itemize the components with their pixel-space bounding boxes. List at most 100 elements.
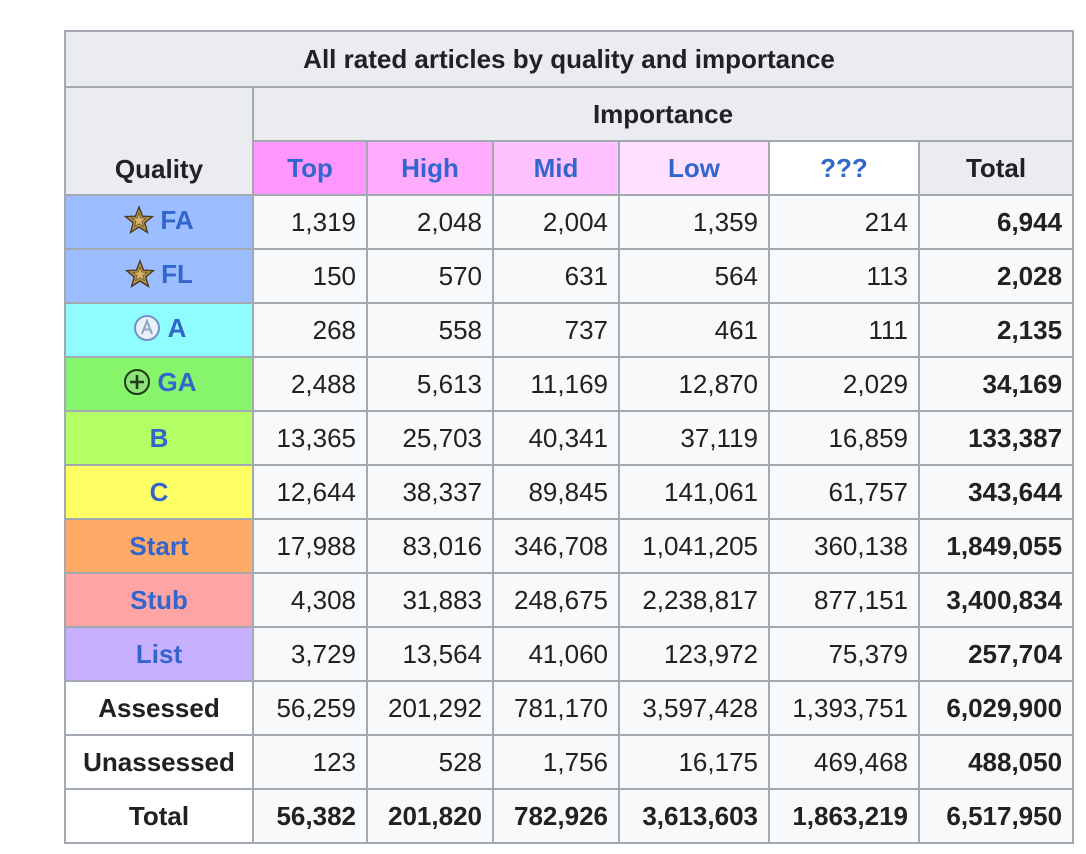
count-cell: 5,613 (366, 356, 494, 412)
count-cell: 11,169 (492, 356, 620, 412)
quality-class-ga[interactable]: GA (64, 356, 254, 412)
count-cell: 83,016 (366, 518, 494, 574)
quality-class-label: C (149, 477, 169, 507)
quality-class-list[interactable]: List (64, 626, 254, 682)
row-total-cell: 3,400,834 (917, 572, 1075, 628)
column-total-cell: 3,613,603 (618, 788, 770, 844)
count-cell: 123 (252, 734, 368, 790)
column-total-cell: 201,820 (366, 788, 494, 844)
count-cell: 56,259 (252, 680, 368, 736)
count-cell: 360,138 (768, 518, 920, 574)
total-row: Total 56,382 201,820 782,926 3,613,603 1,863,… (64, 788, 1075, 844)
row-total-cell: 133,387 (917, 410, 1075, 466)
count-cell: 41,060 (492, 626, 620, 682)
count-cell: 2,004 (492, 194, 620, 250)
quality-class-label: A (167, 313, 187, 343)
quality-class-c[interactable]: C (64, 464, 254, 520)
count-cell: 37,119 (618, 410, 770, 466)
count-cell: 13,365 (252, 410, 368, 466)
table-row: FL 150 570 631 564 113 2,028 (64, 248, 1075, 304)
quality-class-label: Start (129, 531, 189, 561)
count-cell: 469,468 (768, 734, 920, 790)
count-cell: 3,597,428 (618, 680, 770, 736)
quality-class-a[interactable]: A (64, 302, 254, 358)
column-total-cell: 1,863,219 (768, 788, 920, 844)
row-total-cell: 1,849,055 (917, 518, 1075, 574)
importance-col-top[interactable]: Top (252, 140, 368, 196)
count-cell: 558 (366, 302, 494, 358)
table-caption: All rated articles by quality and import… (63, 30, 1075, 88)
quality-class-label: B (149, 423, 169, 453)
count-cell: 31,883 (366, 572, 494, 628)
featured-star-icon (124, 259, 156, 289)
count-cell: 25,703 (366, 410, 494, 466)
count-cell: 141,061 (618, 464, 770, 520)
good-article-plus-icon (122, 367, 152, 397)
count-cell: 248,675 (492, 572, 620, 628)
row-total-cell: 488,050 (917, 734, 1075, 790)
table-row: A 268 558 737 461 111 2,135 (64, 302, 1075, 358)
table-row: FA 1,319 2,048 2,004 1,359 214 6,944 (64, 194, 1075, 250)
count-cell: 13,564 (366, 626, 494, 682)
count-cell: 877,151 (768, 572, 920, 628)
quality-class-stub[interactable]: Stub (64, 572, 254, 628)
row-total-cell: 2,135 (917, 302, 1075, 358)
table-row: List 3,729 13,564 41,060 123,972 75,379 257,70… (64, 626, 1075, 682)
quality-class-b[interactable]: B (64, 410, 254, 466)
count-cell: 12,870 (618, 356, 770, 412)
quality-class-fl[interactable]: FL (64, 248, 254, 304)
count-cell: 1,041,205 (618, 518, 770, 574)
count-cell: 123,972 (618, 626, 770, 682)
count-cell: 201,292 (366, 680, 494, 736)
table-row: B 13,365 25,703 40,341 37,119 16,859 133,387 (64, 410, 1075, 466)
row-total-cell: 257,704 (917, 626, 1075, 682)
table-row: GA 2,488 5,613 11,169 12,870 2,029 34,169 (64, 356, 1075, 412)
table-row: C 12,644 38,337 89,845 141,061 61,757 343,644 (64, 464, 1075, 520)
quality-class-label: Stub (130, 585, 188, 615)
quality-class-fa[interactable]: FA (64, 194, 254, 250)
count-cell: 461 (618, 302, 770, 358)
quality-class-label: FL (161, 259, 193, 289)
table-body: FA 1,319 2,048 2,004 1,359 214 6,944 FL 150 570 63… (64, 194, 1075, 844)
column-total-cell: 782,926 (492, 788, 620, 844)
count-cell: 16,175 (618, 734, 770, 790)
quality-importance-table: All rated articles by quality and import… (63, 30, 1075, 844)
a-class-circle-icon (132, 313, 162, 343)
count-cell: 61,757 (768, 464, 920, 520)
count-cell: 2,029 (768, 356, 920, 412)
count-cell: 4,308 (252, 572, 368, 628)
quality-class-label: Unassessed (83, 747, 235, 777)
quality-class-start[interactable]: Start (64, 518, 254, 574)
count-cell: 346,708 (492, 518, 620, 574)
count-cell: 40,341 (492, 410, 620, 466)
count-cell: 737 (492, 302, 620, 358)
row-total-cell: 2,028 (917, 248, 1075, 304)
total-row-label: Total (64, 788, 254, 844)
importance-col-mid[interactable]: Mid (492, 140, 620, 196)
count-cell: 781,170 (492, 680, 620, 736)
quality-class-label: GA (157, 367, 197, 397)
table-row: Stub 4,308 31,883 248,675 2,238,817 877,151 3,… (64, 572, 1075, 628)
count-cell: 1,756 (492, 734, 620, 790)
importance-col-unknown[interactable]: ??? (768, 140, 920, 196)
count-cell: 1,319 (252, 194, 368, 250)
count-cell: 1,359 (618, 194, 770, 250)
quality-class-unassessed: Unassessed (64, 734, 254, 790)
importance-col-high[interactable]: High (366, 140, 494, 196)
count-cell: 2,488 (252, 356, 368, 412)
column-total-cell: 56,382 (252, 788, 368, 844)
count-cell: 3,729 (252, 626, 368, 682)
table-row: Unassessed 123 528 1,756 16,175 469,468 488,05… (64, 734, 1075, 790)
quality-header: Quality (64, 86, 254, 196)
row-total-cell: 34,169 (917, 356, 1075, 412)
importance-col-low[interactable]: Low (618, 140, 770, 196)
count-cell: 2,238,817 (618, 572, 770, 628)
count-cell: 570 (366, 248, 494, 304)
count-cell: 2,048 (366, 194, 494, 250)
count-cell: 564 (618, 248, 770, 304)
featured-star-icon (124, 205, 155, 235)
row-total-cell: 6,029,900 (917, 680, 1075, 736)
count-cell: 17,988 (252, 518, 368, 574)
count-cell: 214 (768, 194, 920, 250)
quality-class-label: List (135, 639, 183, 669)
